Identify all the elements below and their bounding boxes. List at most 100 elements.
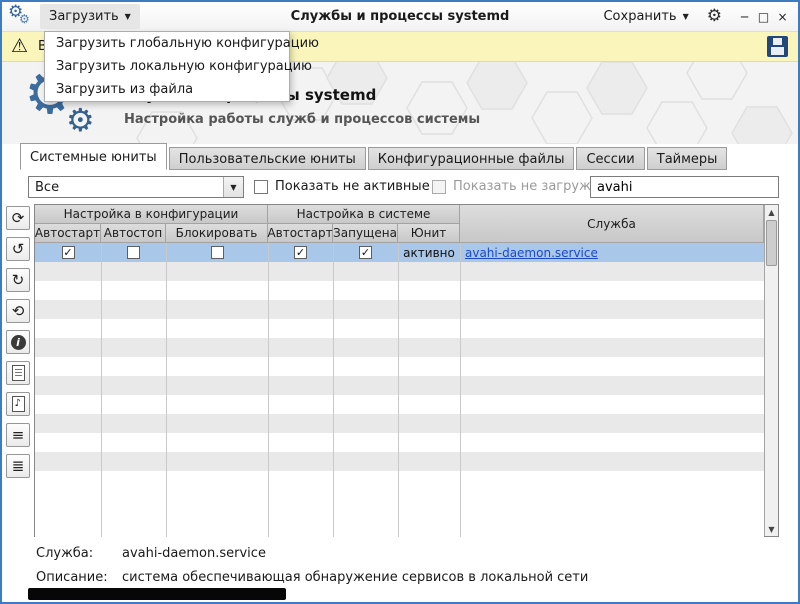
revert-button[interactable]: ⟲ [6, 299, 30, 323]
load-menu-button[interactable]: Загрузить ▼ [40, 4, 140, 29]
unit-state-cell: активно [398, 243, 460, 262]
column-header-autostart-config: Автостарт [35, 224, 101, 243]
autostart-config-cell [35, 243, 101, 262]
details-panel: Служба: avahi-daemon.service Описание: с… [36, 546, 588, 594]
autostart-system-cell [268, 243, 333, 262]
group-header-system: Настройка в системе [268, 205, 460, 224]
close-button[interactable]: × [773, 10, 792, 24]
column-header-running: Запущена [333, 224, 398, 243]
empty-row [35, 300, 764, 319]
table-row-avahi[interactable]: активно avahi-daemon.service [35, 243, 764, 262]
reload-config-button[interactable]: ↺ [6, 237, 30, 261]
document-icon [12, 365, 25, 381]
reload-icon: ↺ [12, 242, 25, 257]
info-button[interactable]: i [6, 330, 30, 354]
titlebar: ⚙ ⚙ Загрузить ▼ Службы и процессы system… [2, 2, 798, 32]
column-header-block: Блокировать [166, 224, 268, 243]
chevron-down-icon[interactable]: ▼ [223, 177, 243, 197]
empty-row [35, 262, 764, 281]
column-divider [333, 243, 334, 537]
restart-icon: ↻ [12, 273, 25, 288]
autostop-cell [101, 243, 166, 262]
scroll-down-button[interactable]: ▼ [765, 522, 778, 536]
menu-item-load-from-file[interactable]: Загрузить из файла [45, 78, 289, 101]
tab-bar: Системные юниты Пользовательские юниты К… [20, 143, 729, 170]
empty-row [35, 376, 764, 395]
running-checkbox[interactable] [359, 246, 372, 259]
empty-row [35, 395, 764, 414]
column-divider [101, 243, 102, 537]
save-menu-button[interactable]: Сохранить ▼ [594, 4, 697, 29]
dependencies-button[interactable]: ≣ [6, 454, 30, 478]
empty-row [35, 281, 764, 300]
info-icon: i [11, 335, 26, 350]
progress-bar [28, 588, 286, 600]
search-input[interactable] [590, 176, 779, 198]
empty-row [35, 338, 764, 357]
titlebar-right: Сохранить ▼ ⚙ ─ □ × [588, 4, 792, 29]
scrollbar-thumb[interactable] [766, 220, 777, 266]
menu-item-load-local-config[interactable]: Загрузить локальную конфигурацию [45, 55, 289, 78]
details-service-value: avahi-daemon.service [122, 546, 266, 561]
column-header-autostop: Автостоп [101, 224, 166, 243]
window-controls: ─ □ × [735, 10, 792, 24]
empty-row [35, 357, 764, 376]
column-divider [460, 243, 461, 537]
column-header-unit: Юнит [398, 224, 460, 243]
refresh-icon: ⟳ [12, 211, 25, 226]
warning-icon: ⚠ [11, 37, 28, 56]
vertical-scrollbar[interactable]: ▲ ▼ [764, 205, 778, 536]
config-file-button[interactable] [6, 361, 30, 385]
filter-row: Все ▼ Показать не активные Показать не з… [2, 170, 798, 204]
block-checkbox[interactable] [211, 246, 224, 259]
tab-sessions[interactable]: Сессии [576, 147, 644, 170]
table-body: активно avahi-daemon.service [35, 243, 764, 537]
show-inactive-option: Показать не активные [254, 179, 430, 194]
detailed-list-icon: ≣ [12, 459, 25, 474]
block-cell [166, 243, 268, 262]
app-window: ⚙ ⚙ Загрузить ▼ Службы и процессы system… [0, 0, 800, 604]
refresh-button[interactable]: ⟳ [6, 206, 30, 230]
show-inactive-label: Показать не активные [275, 179, 430, 194]
show-unloaded-checkbox[interactable] [432, 180, 446, 194]
gear-icon: ⚙ [707, 6, 722, 26]
maximize-button[interactable]: □ [754, 10, 773, 24]
empty-row [35, 319, 764, 338]
journal-icon: ♪ [12, 396, 25, 412]
app-gears-logo-icon: ⚙ ⚙ [8, 5, 34, 29]
details-service-label: Служба: [36, 546, 122, 561]
details-description-value: система обеспечивающая обнаружение серви… [122, 570, 588, 585]
menu-item-load-global-config[interactable]: Загрузить глобальную конфигурацию [45, 32, 289, 55]
settings-gear-button[interactable]: ⚙ [700, 8, 729, 25]
chevron-down-icon: ▼ [683, 13, 689, 21]
journal-button[interactable]: ♪ [6, 392, 30, 416]
show-inactive-checkbox[interactable] [254, 180, 268, 194]
unit-filter-combobox[interactable]: Все ▼ [28, 176, 244, 198]
autostop-checkbox[interactable] [127, 246, 140, 259]
running-cell [333, 243, 398, 262]
units-table: Настройка в конфигурации Настройка в сис… [34, 204, 779, 537]
autostart-config-checkbox[interactable] [62, 246, 75, 259]
banner-subtitle: Настройка работы служб и процессов систе… [124, 112, 480, 127]
minimize-button[interactable]: ─ [735, 10, 754, 24]
status-list-button[interactable]: ≡ [6, 423, 30, 447]
tab-timers[interactable]: Таймеры [647, 147, 728, 170]
combobox-value: Все [29, 180, 223, 195]
empty-rows [35, 262, 764, 490]
empty-row [35, 452, 764, 471]
tab-config-files[interactable]: Конфигурационные файлы [368, 147, 575, 170]
column-divider [398, 243, 399, 537]
restart-unit-button[interactable]: ↻ [6, 268, 30, 292]
autostart-system-checkbox[interactable] [294, 246, 307, 259]
tab-user-units[interactable]: Пользовательские юниты [169, 147, 366, 170]
scroll-up-button[interactable]: ▲ [765, 205, 778, 219]
empty-row [35, 414, 764, 433]
gear-icon: ⚙ [19, 13, 30, 25]
service-link[interactable]: avahi-daemon.service [460, 243, 764, 262]
gear-icon: ⚙ [66, 104, 95, 136]
tab-system-units[interactable]: Системные юниты [20, 143, 167, 170]
group-header-config: Настройка в конфигурации [35, 205, 268, 224]
save-floppy-icon[interactable] [767, 36, 788, 57]
column-header-service: Служба [460, 205, 764, 243]
load-dropdown-menu: Загрузить глобальную конфигурацию Загруз… [44, 31, 290, 102]
